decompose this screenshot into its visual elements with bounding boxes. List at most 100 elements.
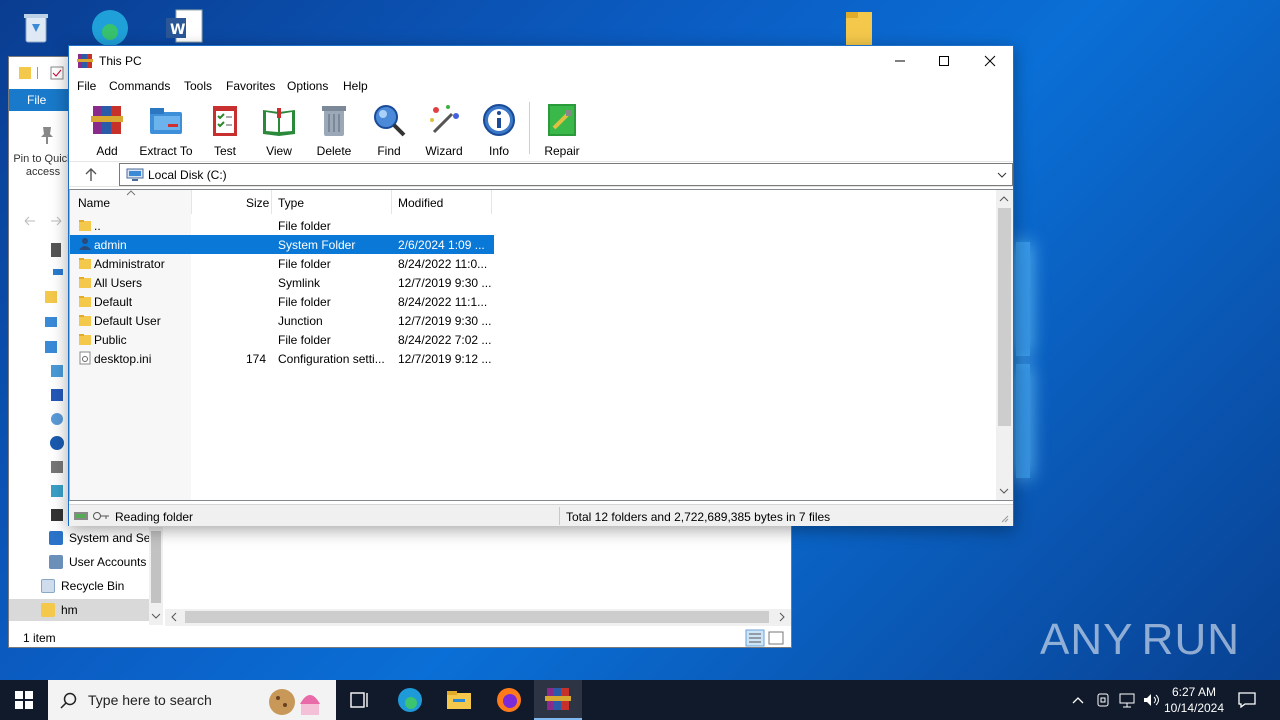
show-hidden-icons-button[interactable] — [1068, 680, 1088, 720]
search-highlight-icon — [269, 689, 320, 715]
chevron-down-icon[interactable] — [999, 486, 1009, 496]
address-combo[interactable]: Local Disk (C:) — [119, 163, 1013, 186]
column-header-type[interactable]: Type — [278, 196, 304, 210]
edge-icon — [398, 688, 422, 712]
add-archive-icon — [91, 106, 123, 134]
toolbar-separator — [529, 102, 530, 154]
folder-icon — [41, 603, 55, 617]
pin-to-quick-access[interactable]: Pin to Quick access — [13, 153, 73, 179]
chevron-right-icon[interactable] — [777, 612, 787, 622]
notification-center-button[interactable] — [1234, 680, 1260, 720]
taskbar-clock[interactable]: 6:27 AM 10/14/2024 — [1158, 684, 1230, 716]
taskbar-winrar[interactable] — [534, 680, 582, 720]
repair-icon — [548, 104, 576, 136]
extract-to-button[interactable]: Extract To — [135, 102, 197, 158]
view-button[interactable]: View — [249, 102, 309, 158]
menu-commands[interactable]: Commands — [109, 79, 170, 93]
recycle-bin-icon[interactable] — [16, 8, 56, 48]
minimize-button[interactable] — [877, 46, 923, 76]
column-header-name[interactable]: Name — [78, 196, 110, 210]
file-row[interactable]: All Users Symlink 12/7/2019 9:30 ... — [70, 273, 494, 292]
scrollbar-thumb[interactable] — [185, 611, 769, 623]
delete-button[interactable]: Delete — [304, 102, 364, 158]
trash-icon — [322, 106, 346, 136]
disk-key-icons — [74, 512, 109, 520]
close-icon — [984, 55, 996, 67]
folder-icon — [79, 277, 91, 288]
column-header-size[interactable]: Size — [246, 196, 269, 210]
info-button[interactable]: Info — [469, 102, 529, 158]
maximize-button[interactable] — [921, 46, 967, 76]
column-separator[interactable] — [491, 190, 492, 214]
view-toggle-icons[interactable] — [745, 629, 787, 647]
search-icon — [60, 692, 77, 709]
nav-item-hm[interactable]: hm — [9, 599, 149, 621]
file-row[interactable]: Default User Junction 12/7/2019 9:30 ... — [70, 311, 494, 330]
word-document-icon[interactable]: W — [164, 8, 204, 48]
wand-icon — [430, 105, 459, 134]
file-row[interactable]: desktop.ini 174 Configuration setti... 1… — [70, 349, 494, 368]
close-button[interactable] — [967, 46, 1013, 76]
menu-file[interactable]: File — [77, 79, 96, 93]
clock-date: 10/14/2024 — [1163, 701, 1225, 715]
resize-grip-icon[interactable] — [999, 513, 1009, 523]
file-row-selected[interactable]: admin System Folder 2/6/2024 1:09 ... — [70, 235, 494, 254]
ribbon-file-tab[interactable]: File — [9, 89, 69, 111]
address-bar: Local Disk (C:) — [69, 161, 1013, 187]
column-header-modified[interactable]: Modified — [398, 196, 443, 210]
vertical-scrollbar[interactable] — [996, 190, 1013, 500]
network-icon — [1119, 693, 1135, 708]
extract-folder-icon — [150, 108, 182, 134]
menu-options[interactable]: Options — [287, 79, 328, 93]
file-list[interactable]: Name Size Type Modified .. File folder a… — [69, 189, 1013, 501]
tray-network[interactable] — [1116, 680, 1138, 720]
taskbar-file-explorer[interactable] — [435, 680, 483, 720]
scrollbar-thumb[interactable] — [151, 531, 161, 603]
file-row[interactable]: Public File folder 8/24/2022 7:02 ... — [70, 330, 494, 349]
nav-item-user-accounts[interactable]: User Accounts — [49, 551, 146, 573]
folder-icon — [79, 315, 91, 326]
task-view-button[interactable] — [336, 680, 384, 720]
status-left-text: Reading folder — [115, 510, 194, 524]
toolbar: Add Extract To Test View Delete Find Wiz… — [69, 98, 1013, 158]
folder-icon[interactable] — [842, 8, 882, 48]
menu-help[interactable]: Help — [343, 79, 368, 93]
tray-device[interactable] — [1092, 680, 1114, 720]
svg-text:W: W — [170, 22, 185, 38]
folder-icon — [79, 334, 91, 345]
taskbar-firefox[interactable] — [485, 680, 533, 720]
repair-button[interactable]: Repair — [532, 102, 592, 158]
column-separator[interactable] — [191, 190, 192, 214]
chevron-up-icon[interactable] — [999, 194, 1009, 204]
taskbar-edge[interactable] — [386, 680, 434, 720]
folder-icon — [79, 296, 91, 307]
file-row[interactable]: Default File folder 8/24/2022 11:1... — [70, 292, 494, 311]
up-arrow-icon[interactable] — [83, 167, 99, 183]
menu-tools[interactable]: Tools — [184, 79, 212, 93]
column-separator[interactable] — [391, 190, 392, 214]
menu-favorites[interactable]: Favorites — [226, 79, 275, 93]
start-button[interactable] — [0, 680, 48, 720]
chevron-down-icon[interactable] — [151, 611, 161, 621]
folder-icon — [79, 258, 91, 269]
taskbar-search-box[interactable]: Type here to search — [48, 680, 336, 720]
nav-item-recycle-bin[interactable]: Recycle Bin — [41, 575, 124, 597]
file-explorer-icon — [447, 691, 471, 709]
scrollbar-thumb[interactable] — [998, 208, 1011, 426]
find-button[interactable]: Find — [359, 102, 419, 158]
add-button[interactable]: Add — [77, 102, 137, 158]
nav-pane-scrollbar[interactable] — [149, 527, 163, 625]
horizontal-scrollbar[interactable] — [165, 609, 791, 626]
user-folder-icon — [79, 238, 91, 250]
file-row[interactable]: Administrator File folder 8/24/2022 11:0… — [70, 254, 494, 273]
wizard-button[interactable]: Wizard — [414, 102, 474, 158]
chevron-down-icon[interactable] — [996, 169, 1008, 181]
chevron-left-icon[interactable] — [169, 612, 179, 622]
file-row[interactable]: .. File folder — [70, 216, 494, 235]
column-separator[interactable] — [271, 190, 272, 214]
title-bar[interactable]: This PC — [69, 46, 1013, 76]
winrar-app-icon — [77, 54, 93, 68]
nav-item-system-security[interactable]: System and Se — [49, 527, 150, 549]
test-button[interactable]: Test — [195, 102, 255, 158]
edge-icon[interactable] — [88, 6, 128, 46]
